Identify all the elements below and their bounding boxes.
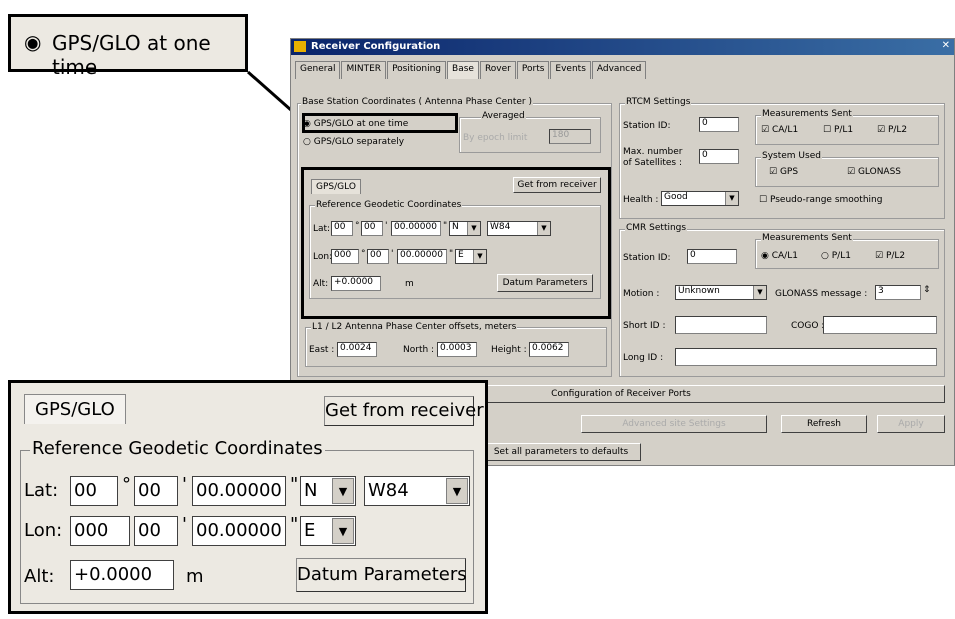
cmr-station-label: Station ID:: [623, 253, 671, 263]
cogo-label: COGO :: [791, 321, 825, 331]
cmr-label: CMR Settings: [625, 223, 688, 233]
checkbox-checked-icon: ☑: [769, 167, 778, 177]
rtcm-station-label: Station ID:: [623, 121, 671, 131]
chevron-down-icon[interactable]: ▼: [725, 192, 738, 205]
tab-base[interactable]: Base: [447, 61, 479, 79]
tab-rover[interactable]: Rover: [479, 61, 516, 79]
base-coords-label: Base Station Coordinates ( Antenna Phase…: [301, 97, 534, 107]
checkbox-checked-icon: ☑: [875, 251, 884, 261]
maxsat-label-2: of Satellites :: [623, 158, 682, 168]
checkbox-checked-icon: ☑: [761, 125, 770, 135]
rtcm-meas-label: Measurements Sent: [761, 109, 853, 119]
spin-icon[interactable]: ⇕: [923, 285, 931, 295]
radio-separately-label: GPS/GLO separately: [313, 137, 405, 147]
height-field[interactable]: 0.0062: [529, 342, 569, 357]
glonass-msg-field[interactable]: 3: [875, 285, 921, 300]
radio-highlight-frame: [302, 113, 458, 133]
advanced-site-settings-button[interactable]: Advanced site Settings: [581, 415, 767, 433]
radio-off-icon: ○: [821, 251, 829, 261]
glonass-label: GLONASS: [857, 167, 902, 177]
height-label: Height :: [491, 345, 527, 355]
rtcm-p1-label: P/L1: [833, 125, 854, 135]
checkbox-empty-icon: ☐: [823, 125, 832, 135]
epoch-limit-label: By epoch limit: [463, 133, 528, 143]
reset-defaults-button[interactable]: Set all parameters to defaults: [481, 443, 641, 461]
window-title: Receiver Configuration: [311, 41, 441, 52]
epoch-limit-field[interactable]: 180: [549, 129, 591, 144]
long-id-field[interactable]: [675, 348, 937, 366]
maxsat-field[interactable]: 0: [699, 149, 739, 164]
pseudo-range-label: Pseudo-range smoothing: [769, 195, 883, 205]
cmr-p2-label: P/L2: [885, 251, 906, 261]
rtcm-p2-label: P/L2: [887, 125, 908, 135]
app-icon: [294, 41, 306, 52]
rtcm-ca-label: CA/L1: [771, 125, 799, 135]
pseudo-range-checkbox[interactable]: ☐ Pseudo-range smoothing: [759, 195, 882, 205]
gps-checkbox[interactable]: ☑ GPS: [769, 167, 798, 177]
tab-advanced[interactable]: Advanced: [591, 61, 647, 79]
rtcm-label: RTCM Settings: [625, 97, 692, 107]
cmr-p1-radio[interactable]: ○ P/L1: [821, 251, 851, 261]
main-tabs: General MINTER Positioning Base Rover Po…: [295, 61, 647, 79]
north-field[interactable]: 0.0003: [437, 342, 477, 357]
glonass-msg-label: GLONASS message :: [775, 289, 868, 299]
health-label: Health :: [623, 195, 659, 205]
averaged-label: Averaged: [481, 111, 526, 121]
tab-ports[interactable]: Ports: [516, 61, 550, 79]
glonass-msg-value: 3: [878, 286, 884, 296]
tab-positioning[interactable]: Positioning: [387, 61, 447, 79]
chevron-down-icon[interactable]: ▼: [753, 286, 766, 299]
refresh-button[interactable]: Refresh: [781, 415, 867, 433]
motion-label: Motion :: [623, 289, 660, 299]
close-icon[interactable]: ✕: [942, 40, 950, 51]
rtcm-station-field[interactable]: 0: [699, 117, 739, 132]
radio-on-icon: ◉: [761, 251, 769, 261]
checkbox-empty-icon: ☐: [759, 195, 768, 205]
east-field[interactable]: 0.0024: [337, 342, 377, 357]
motion-value: Unknown: [678, 286, 720, 296]
cmr-station-field[interactable]: 0: [687, 249, 737, 264]
maxsat-label-1: Max. number: [623, 147, 683, 157]
tab-minter[interactable]: MINTER: [341, 61, 387, 79]
radio-off-icon: ○: [303, 137, 311, 147]
offsets-label: L1 / L2 Antenna Phase Center offsets, me…: [311, 322, 518, 332]
title-bar: Receiver Configuration ✕: [291, 39, 954, 55]
apply-button[interactable]: Apply: [877, 415, 945, 433]
north-label: North :: [403, 345, 435, 355]
cogo-field[interactable]: [823, 316, 937, 334]
panel-highlight-frame: [301, 167, 611, 319]
cmr-ca-label: CA/L1: [771, 251, 798, 261]
cmr-meas-label: Measurements Sent: [761, 233, 853, 243]
tab-events[interactable]: Events: [550, 61, 591, 79]
radio-separately[interactable]: ○ GPS/GLO separately: [303, 137, 404, 147]
health-value: Good: [664, 192, 688, 202]
short-id-label: Short ID :: [623, 321, 666, 331]
east-label: East :: [309, 345, 335, 355]
cmr-p1-label: P/L1: [831, 251, 851, 261]
cmr-p2-checkbox[interactable]: ☑ P/L2: [875, 251, 905, 261]
system-used-label: System Used: [761, 151, 822, 161]
rtcm-p1-checkbox[interactable]: ☐ P/L1: [823, 125, 853, 135]
motion-select[interactable]: Unknown ▼: [675, 285, 767, 300]
cmr-ca-radio[interactable]: ◉ CA/L1: [761, 251, 798, 261]
rtcm-ca-checkbox[interactable]: ☑ CA/L1: [761, 125, 798, 135]
gps-label: GPS: [779, 167, 799, 177]
checkbox-checked-icon: ☑: [847, 167, 856, 177]
short-id-field[interactable]: [675, 316, 767, 334]
zoom-frame: [8, 380, 488, 614]
checkbox-checked-icon: ☑: [877, 125, 886, 135]
tab-general[interactable]: General: [295, 61, 341, 79]
long-id-label: Long ID :: [623, 353, 664, 363]
glonass-checkbox[interactable]: ☑ GLONASS: [847, 167, 901, 177]
rtcm-p2-checkbox[interactable]: ☑ P/L2: [877, 125, 907, 135]
health-select[interactable]: Good ▼: [661, 191, 739, 206]
callout-frame: [8, 14, 248, 72]
